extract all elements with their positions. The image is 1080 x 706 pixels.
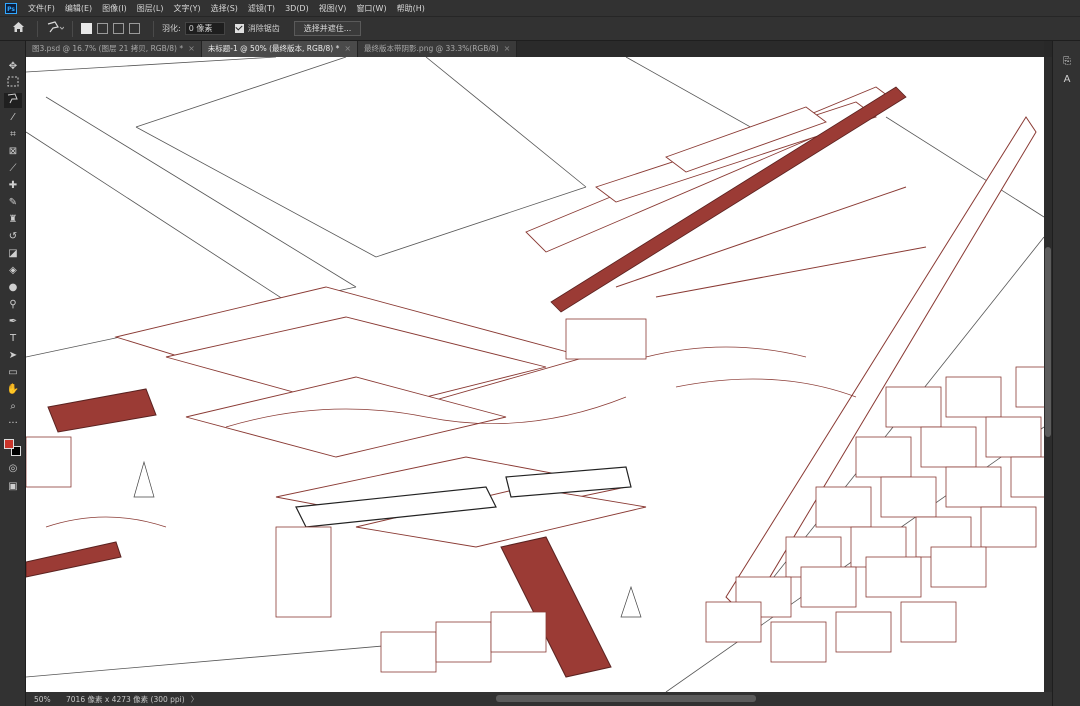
character-panel-icon[interactable]: A	[1059, 73, 1075, 87]
paint-bucket-icon[interactable]: ◈	[4, 263, 22, 278]
options-bar: 羽化: 0 像素 消除锯齿 选择并遮住...	[0, 16, 1080, 41]
menu-layer[interactable]: 图层(L)	[132, 3, 169, 14]
brush-icon[interactable]: ✎	[4, 195, 22, 210]
intersect-selection-button[interactable]	[129, 23, 140, 34]
rectangle-icon[interactable]: ▭	[4, 365, 22, 380]
history-brush-icon[interactable]: ↺	[4, 229, 22, 244]
document-info: 7016 像素 x 4273 像素 (300 ppi)	[66, 694, 185, 704]
home-icon[interactable]	[12, 21, 25, 36]
dodge-icon[interactable]: ⚲	[4, 297, 22, 312]
crop-icon[interactable]: ⌗	[4, 127, 22, 142]
horizontal-scrollbar[interactable]	[496, 695, 756, 702]
menu-3d[interactable]: 3D(D)	[280, 4, 314, 13]
tab-label: 未标题-1 @ 50% (最终版本, RGB/8) *	[207, 44, 340, 53]
blur-icon[interactable]: ●	[4, 280, 22, 295]
subtract-selection-button[interactable]	[113, 23, 124, 34]
menu-select[interactable]: 选择(S)	[206, 3, 243, 14]
more-icon[interactable]: ···	[4, 416, 22, 431]
close-icon[interactable]: ×	[188, 41, 195, 57]
status-bar: 50% 7016 像素 x 4273 像素 (300 ppi) 〉	[26, 692, 1052, 706]
antialias-label: 消除锯齿	[247, 24, 280, 33]
frame-icon[interactable]: ⊠	[4, 144, 22, 159]
menu-filter[interactable]: 滤镜(T)	[243, 3, 280, 14]
pen-icon[interactable]: ✒	[4, 314, 22, 329]
polygonal-lasso-icon[interactable]	[46, 20, 65, 37]
quick-mask-icon[interactable]: ◎	[4, 461, 22, 476]
foreground-color-swatch[interactable]	[4, 439, 14, 449]
lasso-icon[interactable]	[4, 93, 22, 108]
close-icon[interactable]: ×	[344, 41, 351, 57]
chevron-right-icon[interactable]: 〉	[191, 694, 199, 705]
menu-view[interactable]: 视图(V)	[314, 3, 352, 14]
marquee-icon[interactable]	[4, 76, 22, 91]
zoom-level[interactable]: 50%	[26, 695, 58, 704]
menu-window[interactable]: 窗口(W)	[351, 3, 391, 14]
path-select-icon[interactable]: ➤	[4, 348, 22, 363]
tab-document-3[interactable]: 最终版本带阴影.png @ 33.3%(RGB/8) ×	[358, 41, 518, 57]
history-panel-icon[interactable]: ⎘	[1059, 55, 1075, 69]
menu-edit[interactable]: 编辑(E)	[60, 3, 97, 14]
zoom-icon[interactable]: ⌕	[4, 399, 22, 414]
eyedropper-icon[interactable]: ⟋	[4, 161, 22, 176]
menu-help[interactable]: 帮助(H)	[392, 3, 430, 14]
divider	[153, 20, 154, 37]
scrollbar-thumb[interactable]	[1045, 247, 1051, 437]
antialias-checkbox[interactable]	[234, 24, 244, 33]
divider	[72, 20, 73, 37]
right-panel-dock: ⎘ A	[1052, 41, 1080, 706]
document-tabs: 图3.psd @ 16.7% (图层 21 拷贝, RGB/8) * × 未标题-…	[26, 41, 1044, 57]
eraser-icon[interactable]: ◪	[4, 246, 22, 261]
photoshop-logo-icon[interactable]: Ps	[5, 2, 17, 14]
add-selection-button[interactable]	[97, 23, 108, 34]
magic-wand-icon[interactable]: ⁄	[4, 110, 22, 125]
tab-document-1[interactable]: 图3.psd @ 16.7% (图层 21 拷贝, RGB/8) * ×	[26, 41, 202, 57]
vertical-scrollbar[interactable]	[1044, 57, 1052, 692]
menu-bar: Ps 文件(F) 编辑(E) 图像(I) 图层(L) 文字(Y) 选择(S) 滤…	[0, 0, 1080, 16]
menu-image[interactable]: 图像(I)	[97, 3, 132, 14]
menu-type[interactable]: 文字(Y)	[168, 3, 205, 14]
hand-icon[interactable]: ✋	[4, 382, 22, 397]
select-and-mask-button[interactable]: 选择并遮住...	[293, 21, 362, 36]
divider	[37, 20, 38, 37]
close-icon[interactable]: ×	[504, 41, 511, 57]
tools-panel: ✥ ⁄ ⌗ ⊠ ⟋ ✚ ✎ ♜ ↺ ◪ ◈ ● ⚲ ✒ T ➤ ▭ ✋ ⌕ ··…	[0, 41, 26, 706]
type-icon[interactable]: T	[4, 331, 22, 346]
site-plan-illustration	[26, 57, 1044, 692]
document-canvas[interactable]	[26, 57, 1044, 692]
move-icon[interactable]: ✥	[4, 59, 22, 74]
screen-mode-icon[interactable]: ▣	[4, 479, 22, 494]
tab-label: 图3.psd @ 16.7% (图层 21 拷贝, RGB/8) *	[32, 44, 184, 53]
menu-file[interactable]: 文件(F)	[23, 3, 60, 14]
new-selection-button[interactable]	[81, 23, 92, 34]
stamp-icon[interactable]: ♜	[4, 212, 22, 227]
healing-icon[interactable]: ✚	[4, 178, 22, 193]
tab-label: 最终版本带阴影.png @ 33.3%(RGB/8)	[364, 44, 499, 53]
feather-label: 羽化:	[162, 24, 181, 33]
feather-input[interactable]: 0 像素	[184, 22, 225, 35]
tab-document-2[interactable]: 未标题-1 @ 50% (最终版本, RGB/8) * ×	[201, 41, 359, 57]
